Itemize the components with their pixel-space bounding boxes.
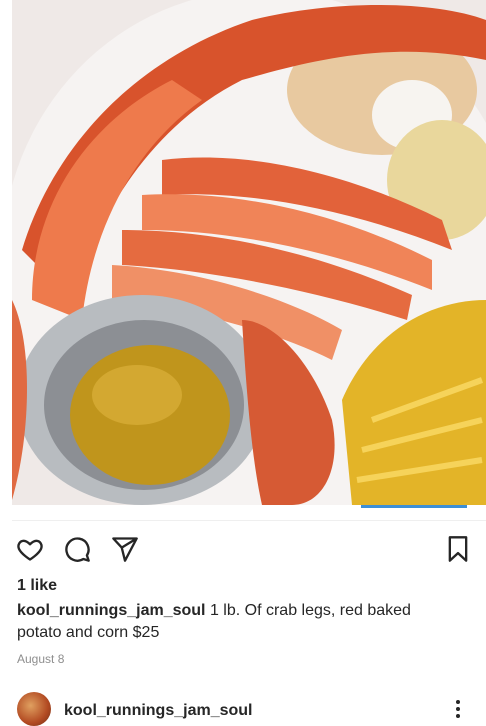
post-photo[interactable] bbox=[12, 0, 486, 505]
post-caption: kool_runnings_jam_soul 1 lb. Of crab leg… bbox=[17, 600, 457, 644]
likes-count[interactable]: 1 like bbox=[17, 577, 57, 595]
next-post-username[interactable]: kool_runnings_jam_soul bbox=[64, 702, 252, 720]
divider bbox=[12, 520, 486, 521]
crab-legs-photo bbox=[12, 0, 486, 505]
caption-username[interactable]: kool_runnings_jam_soul bbox=[17, 602, 205, 619]
bookmark-icon[interactable] bbox=[444, 535, 472, 563]
post-actions bbox=[16, 535, 472, 563]
send-icon[interactable] bbox=[111, 535, 139, 563]
next-post-header: kool_runnings_jam_soul bbox=[0, 690, 486, 726]
post-date: August 8 bbox=[17, 652, 65, 666]
avatar[interactable] bbox=[17, 692, 51, 726]
comment-icon[interactable] bbox=[63, 535, 91, 563]
more-vertical-icon[interactable] bbox=[450, 700, 466, 720]
heart-icon[interactable] bbox=[16, 535, 44, 563]
carousel-indicator bbox=[361, 505, 467, 508]
